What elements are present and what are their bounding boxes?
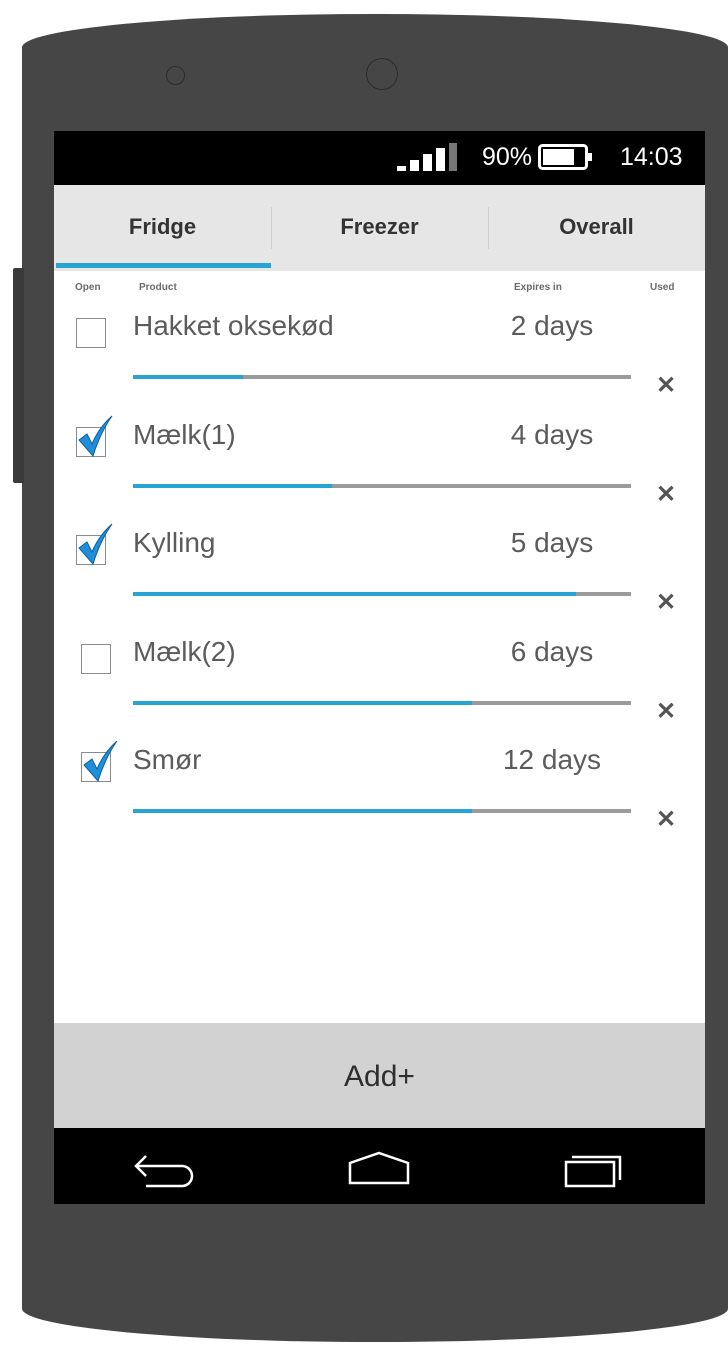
column-header-used: Used: [650, 282, 675, 293]
expires-in: 12 days: [502, 744, 602, 775]
front-camera: [366, 58, 398, 90]
navigation-bar: [54, 1128, 705, 1204]
open-checkbox[interactable]: [76, 415, 113, 457]
product-name: Kylling: [133, 527, 216, 558]
active-tab-indicator: [56, 263, 271, 268]
list-item: Mælk(2) 6 days ✕: [54, 620, 705, 728]
clock: 14:03: [620, 143, 683, 171]
app-screen: 90% 14:03 Fridge Freezer Overall Open Pr…: [54, 131, 705, 1204]
freshness-progress-bar: [133, 483, 631, 488]
list-item: Kylling 5 days ✕: [54, 511, 705, 619]
freshness-progress-fill: [133, 592, 577, 596]
product-name: Hakket oksekød: [133, 310, 334, 341]
proximity-sensor: [166, 66, 185, 85]
product-name: Mælk(1): [133, 418, 236, 450]
freshness-progress-bar: [133, 592, 631, 596]
mark-used-close-icon[interactable]: ✕: [652, 372, 680, 400]
signal-icon: [397, 143, 457, 171]
mark-used-close-icon[interactable]: ✕: [652, 806, 680, 834]
freshness-progress-fill: [133, 375, 243, 379]
home-icon[interactable]: [348, 1151, 410, 1185]
list-item: Smør 12 days ✕: [54, 728, 705, 836]
expires-in: 4 days: [510, 418, 594, 450]
open-checkbox[interactable]: [81, 740, 118, 783]
checkmark-icon: [78, 415, 113, 457]
mark-used-close-icon[interactable]: ✕: [652, 589, 680, 617]
list-item: Mælk(1) 4 days ✕: [54, 403, 705, 511]
mark-used-close-icon[interactable]: ✕: [652, 481, 680, 509]
side-volume-button: [13, 268, 24, 483]
column-header-open: Open: [75, 282, 101, 293]
column-header-product: Product: [139, 282, 177, 293]
expires-in: 2 days: [510, 310, 594, 341]
open-checkbox[interactable]: [81, 643, 111, 674]
freshness-progress-bar: [133, 375, 631, 379]
product-name: Mælk(2): [133, 635, 236, 667]
status-bar: 90% 14:03: [54, 131, 705, 185]
product-name: Smør: [133, 744, 202, 775]
expires-in: 5 days: [510, 527, 594, 558]
expires-in: 6 days: [510, 635, 594, 667]
tab-overall[interactable]: Overall: [488, 185, 705, 271]
tab-freezer[interactable]: Freezer: [271, 185, 488, 271]
battery-icon: [538, 144, 592, 170]
open-checkbox[interactable]: [76, 523, 113, 566]
back-icon[interactable]: [132, 1148, 196, 1190]
open-checkbox[interactable]: [76, 318, 106, 348]
battery-percent: 90%: [482, 143, 533, 171]
tab-bar: Fridge Freezer Overall: [54, 185, 705, 271]
checkmark-icon: [83, 740, 118, 783]
mark-used-close-icon[interactable]: ✕: [652, 698, 680, 726]
freshness-progress-fill: [133, 700, 472, 705]
checkmark-icon: [78, 523, 113, 566]
add-button[interactable]: Add+: [54, 1023, 705, 1128]
freshness-progress-bar: [133, 700, 631, 705]
list-item: Hakket oksekød 2 days ✕: [54, 294, 705, 402]
freshness-progress-fill: [133, 483, 333, 488]
column-header-expires: Expires in: [514, 282, 562, 293]
tab-fridge[interactable]: Fridge: [54, 185, 271, 271]
recent-apps-icon[interactable]: [564, 1148, 630, 1188]
freshness-progress-fill: [133, 809, 472, 813]
freshness-progress-bar: [133, 809, 631, 813]
